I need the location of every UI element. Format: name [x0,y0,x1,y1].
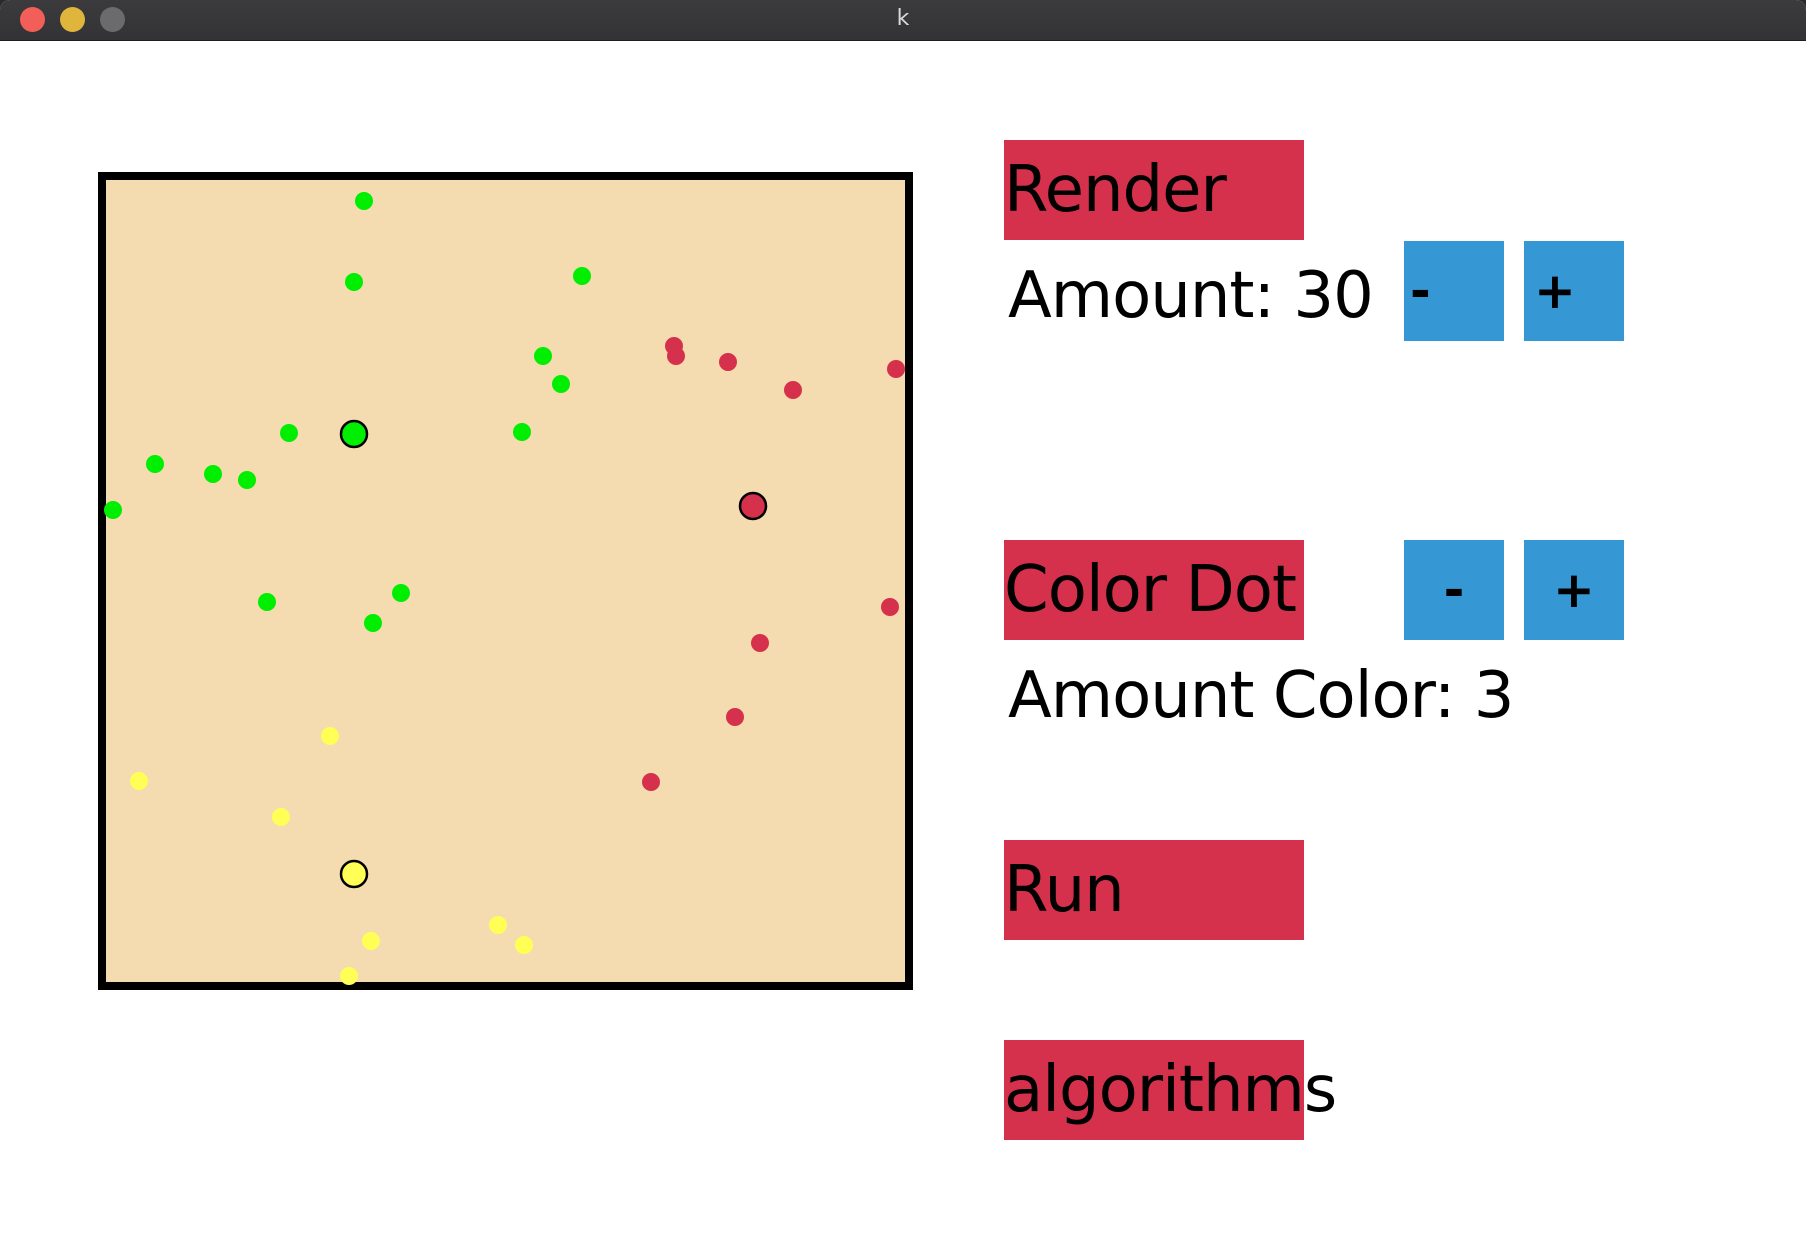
yellow-dot [489,916,507,934]
green-dot [513,423,531,441]
green-dot [573,267,591,285]
green-dot [345,273,363,291]
yellow-dot [362,932,380,950]
green-dot [364,614,382,632]
color-dot-button-label: Color Dot [1004,553,1297,627]
green-dot [552,375,570,393]
amount-minus-label: - [1410,262,1431,320]
red-dot [881,598,899,616]
red-dot [667,347,685,365]
run-button-label: Run [1004,853,1125,927]
amount-label: Amount: 30 [1008,259,1374,333]
algorithms-button-label: algorithms [1004,1053,1337,1127]
yellow-dot [515,936,533,954]
green-dot [104,501,122,519]
amount-minus-button[interactable]: - [1404,241,1504,341]
yellow-centroid [339,859,369,889]
canvas-background [98,172,913,990]
run-button[interactable]: Run [1004,840,1304,940]
scatter-canvas[interactable] [98,172,913,990]
render-button[interactable]: Render [1004,140,1304,240]
yellow-dot [272,808,290,826]
color-minus-label: - [1443,561,1465,619]
green-dot [204,465,222,483]
scatter-svg [98,172,913,990]
title-bar: k [0,0,1806,41]
green-dot [146,455,164,473]
red-dot [784,381,802,399]
green-dot [280,424,298,442]
amount-plus-label: + [1534,262,1576,320]
green-centroid [339,419,369,449]
color-plus-button[interactable]: + [1524,540,1624,640]
yellow-dot [321,727,339,745]
algorithms-button[interactable]: algorithms [1004,1040,1337,1140]
app-window: k Render Amount: 30 - + Color Dot - + Am… [0,0,1806,1240]
green-dot [238,471,256,489]
amount-color-label: Amount Color: 3 [1008,659,1514,733]
red-dot [751,634,769,652]
render-button-label: Render [1004,153,1227,227]
red-dot [719,353,737,371]
yellow-dot [340,967,358,985]
red-centroid [738,491,768,521]
color-minus-button[interactable]: - [1404,540,1504,640]
green-dot [258,593,276,611]
green-dot [534,347,552,365]
green-dot [392,584,410,602]
app-content: Render Amount: 30 - + Color Dot - + Amou… [4,41,1802,1240]
color-dot-button[interactable]: Color Dot [1004,540,1304,640]
red-dot [642,773,660,791]
yellow-dot [130,772,148,790]
red-dot [726,708,744,726]
red-dot [887,360,905,378]
color-plus-label: + [1553,561,1595,619]
amount-plus-button[interactable]: + [1524,241,1624,341]
green-dot [355,192,373,210]
window-title: k [896,6,910,31]
